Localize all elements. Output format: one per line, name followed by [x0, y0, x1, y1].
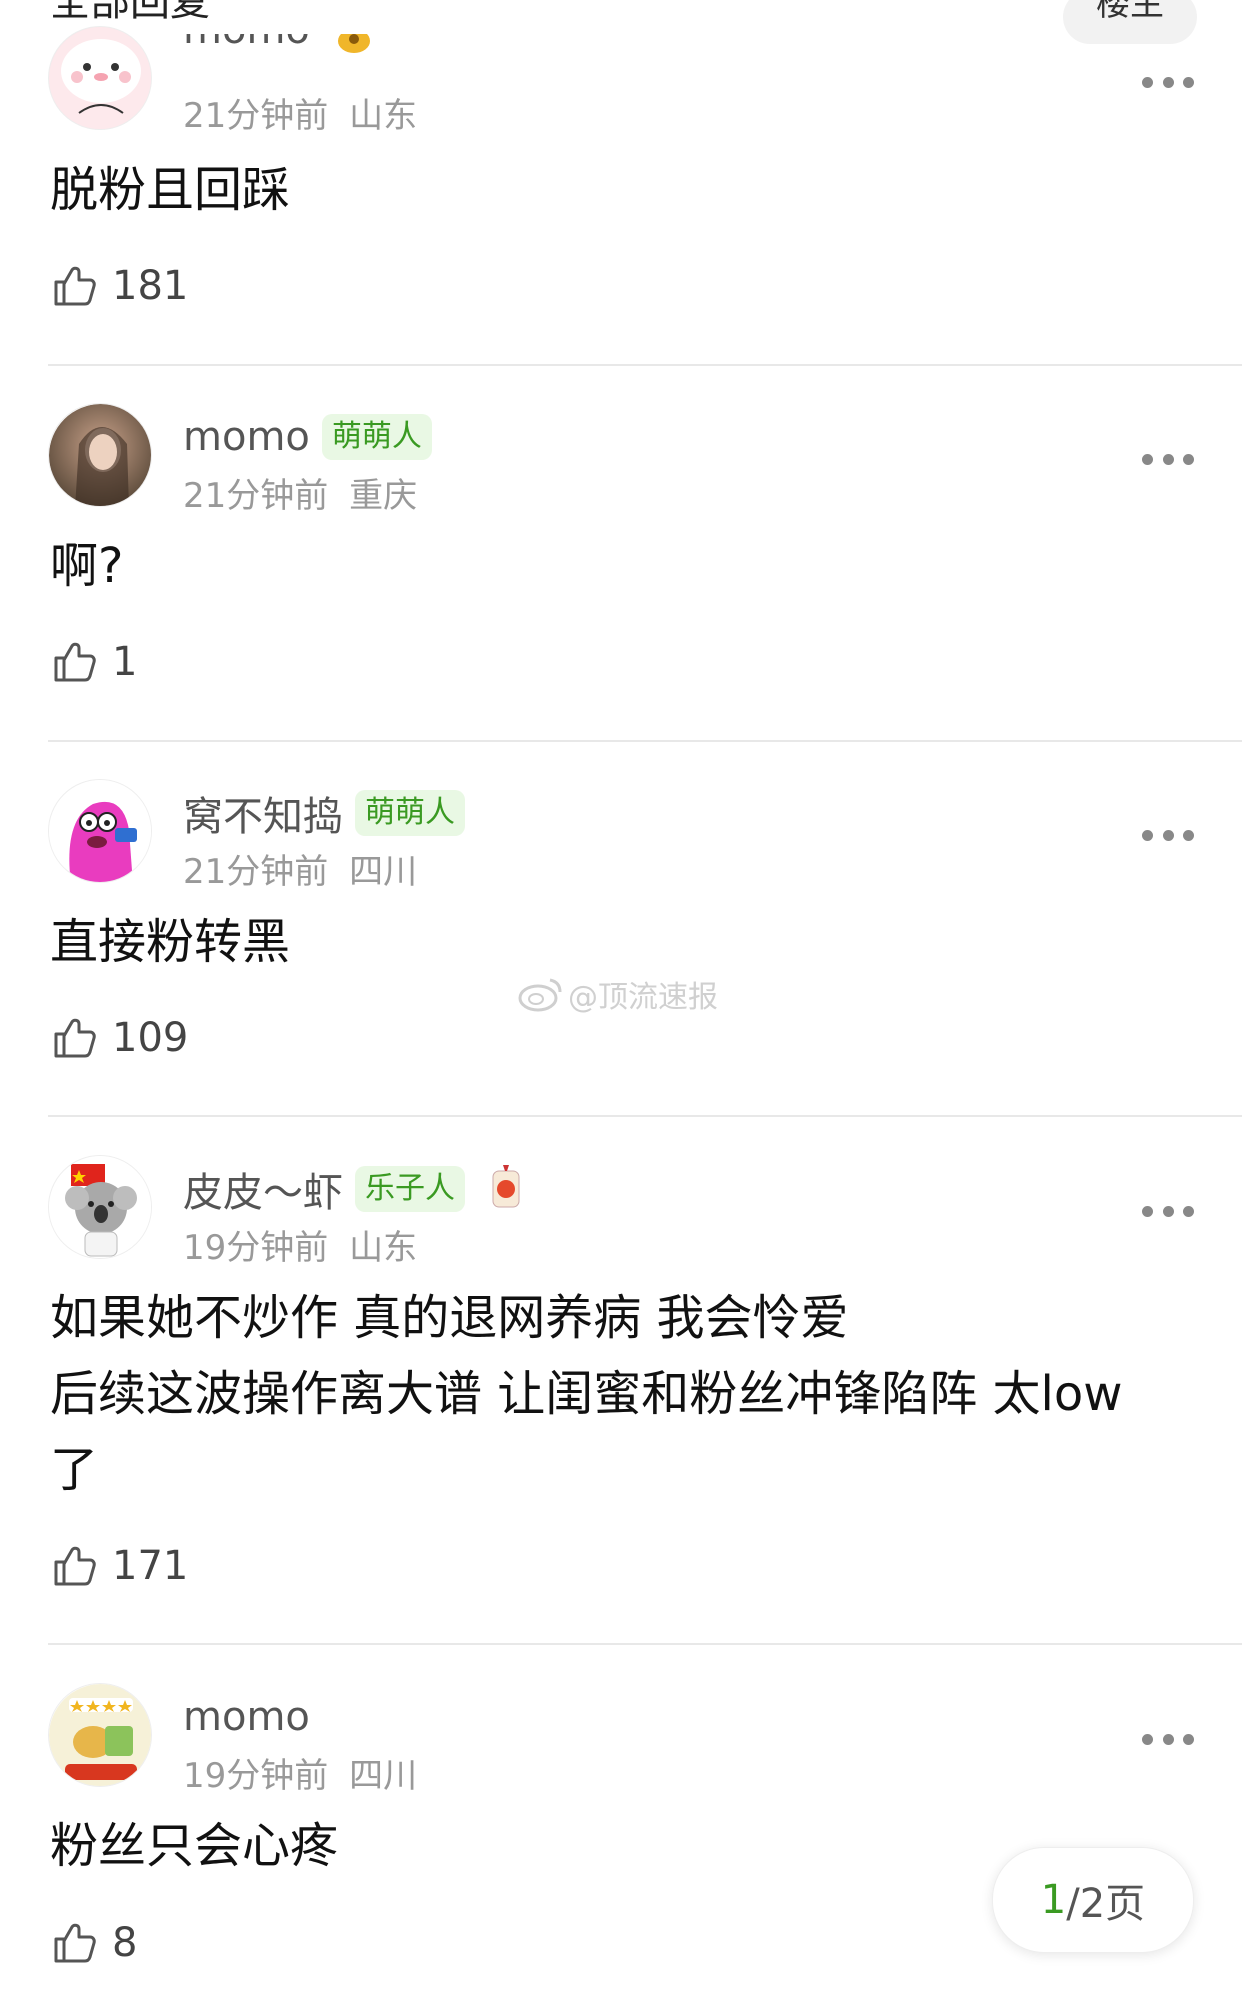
like-button[interactable]: 181: [50, 256, 188, 316]
watermark: @顶流速报: [518, 972, 718, 1016]
username[interactable]: 皮皮～虾: [183, 1160, 343, 1218]
like-button[interactable]: 171: [50, 1536, 188, 1596]
avatar[interactable]: [48, 403, 152, 507]
divider: [48, 1115, 1242, 1117]
username[interactable]: momo: [183, 1694, 310, 1740]
username-row: 窝不知捣 萌萌人: [183, 786, 465, 840]
comment-location: 山东: [349, 1228, 418, 1268]
more-dots-icon[interactable]: [1142, 1204, 1194, 1218]
comment-location: 四川: [349, 852, 418, 892]
like-count: 109: [112, 1015, 189, 1061]
page-indicator[interactable]: 1/2页: [992, 1847, 1194, 1953]
username-row: momo: [183, 34, 374, 74]
like-button[interactable]: 109: [50, 1008, 188, 1068]
thumbs-up-icon: [54, 642, 96, 682]
thumbs-up-icon: [54, 266, 96, 306]
like-count: 171: [112, 1543, 189, 1589]
comment-time: 21分钟前: [183, 96, 329, 136]
divider: [48, 1643, 1242, 1645]
username[interactable]: 窝不知捣: [183, 784, 343, 842]
username[interactable]: momo: [183, 34, 310, 53]
thumbs-up-icon: [54, 1018, 96, 1058]
avatar[interactable]: [48, 779, 152, 883]
divider: [48, 364, 1242, 366]
comment-text: 直接粉转黑: [50, 914, 291, 970]
like-count: 1: [112, 639, 138, 685]
badge-icon: [334, 34, 374, 57]
like-count: 181: [112, 263, 189, 309]
badge-icon: [489, 1163, 523, 1215]
sort-button[interactable]: 楼主: [1063, 0, 1197, 44]
username-row: 皮皮～虾 乐子人: [183, 1162, 523, 1216]
more-dots-icon[interactable]: [1142, 1732, 1194, 1746]
comment-meta: 21分钟前 四川: [183, 844, 417, 893]
comment-text: 如果她不炒作 真的退网养病 我会怜爱 后续这波操作离大谱 让闺蜜和粉丝冲锋陷阵 …: [50, 1290, 1123, 1498]
more-dots-icon[interactable]: [1142, 452, 1194, 466]
thumbs-up-icon: [54, 1923, 96, 1963]
comment-time: 21分钟前: [183, 852, 329, 892]
like-button[interactable]: 1: [50, 632, 137, 692]
thumbs-up-icon: [54, 1546, 96, 1586]
comment-meta: 21分钟前 山东: [183, 88, 417, 137]
user-badge: 乐子人: [355, 1166, 465, 1212]
avatar[interactable]: [48, 26, 152, 130]
current-page: 1: [1040, 1877, 1067, 1923]
more-dots-icon[interactable]: [1142, 75, 1194, 89]
total-pages: /2页: [1066, 1881, 1146, 1927]
divider: [48, 740, 1242, 742]
username-row: momo 萌萌人: [183, 410, 432, 464]
comment-time: 19分钟前: [183, 1228, 329, 1268]
comment-meta: 19分钟前 四川: [183, 1748, 417, 1797]
user-badge: 萌萌人: [321, 414, 432, 460]
comment-page: 全部回复 楼主 momo 21分钟前 山东: [0, 0, 1259, 2003]
comment-location: 山东: [349, 96, 418, 136]
username-row: momo: [183, 1690, 310, 1744]
weibo-logo-icon: [518, 978, 562, 1012]
watermark-text: @顶流速报: [568, 980, 718, 1015]
more-dots-icon[interactable]: [1142, 828, 1194, 842]
comment-time: 21分钟前: [183, 476, 329, 516]
comment-text: 啊?: [50, 538, 124, 594]
like-button[interactable]: 8: [50, 1913, 137, 1973]
avatar[interactable]: [48, 1155, 152, 1259]
comment-meta: 19分钟前 山东: [183, 1220, 417, 1269]
replies-title: 全部回复: [50, 0, 210, 25]
avatar[interactable]: [48, 1683, 152, 1787]
comment-location: 重庆: [349, 476, 418, 516]
comment-text: 脱粉且回踩: [50, 162, 291, 218]
username[interactable]: momo: [183, 414, 310, 460]
like-count: 8: [112, 1920, 138, 1966]
comment-time: 19分钟前: [183, 1756, 329, 1796]
comment-meta: 21分钟前 重庆: [183, 468, 417, 517]
comment-location: 四川: [349, 1756, 418, 1796]
user-badge: 萌萌人: [355, 790, 465, 836]
